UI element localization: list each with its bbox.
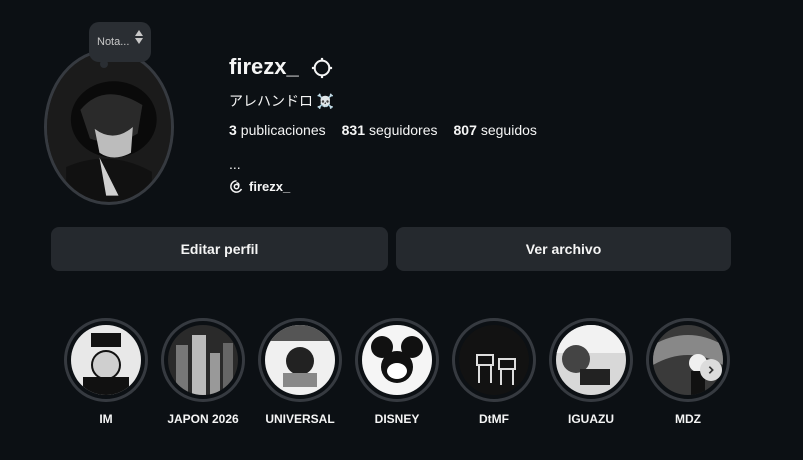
highlight-cover [168,325,238,395]
highlight-label: JAPON 2026 [167,412,239,426]
highlight-label: IM [99,412,113,426]
highlight-ring [646,318,730,402]
highlight-label: DtMF [479,412,509,426]
username: firezx_ [229,54,299,79]
story-highlights: IM JAPON 2026 UNIVERSAL DISNEY DtMF IGUA… [64,318,730,426]
posts-count: 3 [229,122,237,138]
highlights-next-button[interactable] [700,359,722,381]
note-tail [100,60,108,68]
following-label: seguidos [480,122,537,138]
highlight-ring [452,318,536,402]
followers-label: seguidores [369,122,438,138]
posts-label: publicaciones [240,122,326,138]
highlight-item[interactable]: UNIVERSAL [258,318,342,426]
edit-profile-button[interactable]: Editar perfil [51,227,388,271]
chevron-right-icon [708,366,714,374]
highlight-cover [362,325,432,395]
highlight-ring [258,318,342,402]
highlight-ring [161,318,245,402]
profile-bio: ... [229,156,241,172]
following-stat[interactable]: 807 seguidos [454,122,537,138]
following-count: 807 [453,122,477,138]
threads-handle: firezx_ [249,179,291,194]
highlight-ring [549,318,633,402]
highlight-item[interactable]: DtMF [452,318,536,426]
highlight-label: UNIVERSAL [265,412,335,426]
avatar-image [47,52,171,202]
profile-nickname: アレハンドロ ☠️ [229,93,335,109]
gear-icon[interactable] [311,57,333,79]
highlight-ring [355,318,439,402]
highlight-label: IGUAZU [568,412,614,426]
threads-icon [230,180,243,193]
highlight-item[interactable]: DISNEY [355,318,439,426]
followers-stat[interactable]: 831 seguidores [342,122,438,138]
avatar[interactable] [44,49,174,205]
highlight-label: MDZ [675,412,701,426]
threads-link[interactable]: firezx_ [229,179,290,194]
highlight-cover [459,325,529,395]
highlight-item[interactable]: JAPON 2026 [161,318,245,426]
highlight-label: DISNEY [374,412,420,426]
highlight-cover [556,325,626,395]
note-bubble[interactable]: Nota... [89,22,151,62]
highlight-cover [265,325,335,395]
note-scroll-icon [135,30,143,44]
note-text: Nota... [97,36,130,48]
profile-stats: 3 publicaciones 831 seguidores 807 seguidos [229,122,537,138]
highlight-item[interactable]: IM [64,318,148,426]
followers-count: 831 [341,122,365,138]
posts-stat: 3 publicaciones [229,122,326,138]
highlight-item[interactable]: IGUAZU [549,318,633,426]
view-archive-button[interactable]: Ver archivo [396,227,731,271]
highlight-cover [71,325,141,395]
profile-avatar-area [44,49,178,209]
highlight-ring [64,318,148,402]
